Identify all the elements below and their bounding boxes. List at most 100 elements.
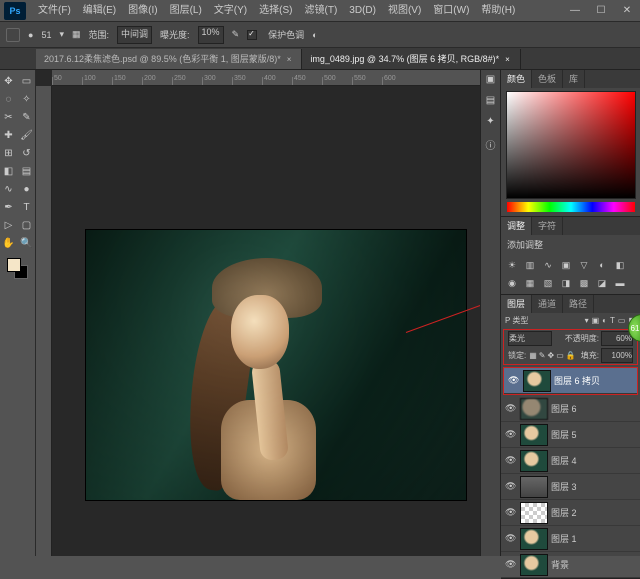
- adj-lookup-icon[interactable]: ▧: [541, 276, 555, 290]
- lock-trans-icon[interactable]: ▦: [529, 351, 537, 360]
- adj-brightness-icon[interactable]: ☀: [505, 258, 519, 272]
- layer-thumb[interactable]: [521, 451, 547, 471]
- brush-panel-icon[interactable]: ▦: [72, 29, 81, 40]
- gradient-tool[interactable]: ▤: [19, 163, 35, 179]
- tab-color[interactable]: 颜色: [501, 70, 532, 88]
- layer-thumb[interactable]: [521, 555, 547, 575]
- visibility-icon[interactable]: 👁: [505, 429, 517, 440]
- menu-item[interactable]: 图层(L): [164, 0, 208, 22]
- adj-invert-icon[interactable]: ◨: [559, 276, 573, 290]
- layer-name[interactable]: 图层 3: [551, 480, 577, 493]
- layer-row[interactable]: 👁图层 6 拷贝: [504, 368, 637, 394]
- color-swatch[interactable]: [7, 258, 29, 280]
- eraser-tool[interactable]: ◧: [1, 163, 17, 179]
- layer-row[interactable]: 👁图层 5: [501, 422, 640, 448]
- lock-pos-icon[interactable]: ✥: [548, 351, 555, 360]
- dodge-tool[interactable]: ●: [19, 181, 35, 197]
- menu-item[interactable]: 窗口(W): [427, 0, 475, 22]
- close-button[interactable]: ✕: [614, 0, 640, 22]
- filter-text-icon[interactable]: T: [610, 316, 615, 325]
- tab-layers[interactable]: 图层: [501, 295, 532, 313]
- lock-all-icon[interactable]: 🔒: [566, 351, 576, 360]
- adj-threshold-icon[interactable]: ◪: [595, 276, 609, 290]
- layer-thumb[interactable]: [524, 371, 550, 391]
- menu-item[interactable]: 图像(I): [122, 0, 163, 22]
- layer-thumb[interactable]: [521, 425, 547, 445]
- menu-item[interactable]: 视图(V): [382, 0, 427, 22]
- hue-slider[interactable]: [507, 202, 635, 212]
- protect-check[interactable]: [247, 30, 257, 40]
- crop-tool[interactable]: ✂: [1, 109, 17, 125]
- adj-curves-icon[interactable]: ∿: [541, 258, 555, 272]
- layer-name[interactable]: 图层 2: [551, 506, 577, 519]
- layer-row[interactable]: 👁 图层 6: [501, 396, 640, 422]
- shape-tool[interactable]: ▢: [19, 217, 35, 233]
- menu-item[interactable]: 3D(D): [343, 0, 382, 22]
- type-tool[interactable]: T: [19, 199, 35, 215]
- history-tool[interactable]: ↺: [19, 145, 35, 161]
- lasso-tool[interactable]: ◌: [1, 91, 17, 107]
- adj-vibrance-icon[interactable]: ▽: [577, 258, 591, 272]
- document-tab[interactable]: img_0489.jpg @ 34.7% (图层 6 拷贝, RGB/8#)*×: [302, 49, 520, 69]
- menu-item[interactable]: 帮助(H): [475, 0, 521, 22]
- stamp-tool[interactable]: ⊞: [1, 145, 17, 161]
- brush-dropdown-icon[interactable]: ▾: [59, 29, 64, 40]
- move-tool[interactable]: ✥: [1, 73, 17, 89]
- close-icon[interactable]: ×: [287, 55, 292, 64]
- blend-mode-combo[interactable]: [508, 331, 552, 346]
- layer-thumb[interactable]: [521, 503, 547, 523]
- wand-tool[interactable]: ✧: [19, 91, 35, 107]
- layer-thumb[interactable]: [521, 477, 547, 497]
- eyedrop-tool[interactable]: ✎: [19, 109, 35, 125]
- brush-size-icon[interactable]: ●: [28, 30, 33, 40]
- minimize-button[interactable]: —: [562, 0, 588, 22]
- tool-preset-icon[interactable]: [6, 28, 20, 42]
- tab-swatches[interactable]: 色板: [532, 70, 563, 88]
- brushes-panel-icon[interactable]: ✦: [486, 116, 494, 127]
- menu-item[interactable]: 选择(S): [253, 0, 298, 22]
- tab-channels[interactable]: 通道: [532, 295, 563, 313]
- menu-item[interactable]: 滤镜(T): [299, 0, 344, 22]
- pen-tool[interactable]: ✒: [1, 199, 17, 215]
- actions-panel-icon[interactable]: ▤: [486, 95, 495, 106]
- info-panel-icon[interactable]: ⓘ: [486, 137, 496, 152]
- color-picker[interactable]: [507, 92, 635, 198]
- fill-value[interactable]: 100%: [601, 348, 633, 363]
- brush-size-value[interactable]: 51: [41, 30, 51, 40]
- adj-photo-filter-icon[interactable]: ◉: [505, 276, 519, 290]
- layer-name[interactable]: 图层 4: [551, 454, 577, 467]
- tab-character[interactable]: 字符: [532, 217, 563, 235]
- visibility-icon[interactable]: 👁: [505, 533, 517, 544]
- layer-row[interactable]: 👁图层 4: [501, 448, 640, 474]
- layer-thumb[interactable]: [521, 399, 547, 419]
- lock-paint-icon[interactable]: ✎: [539, 351, 546, 360]
- menu-item[interactable]: 编辑(E): [77, 0, 122, 22]
- adj-mixer-icon[interactable]: ▦: [523, 276, 537, 290]
- path-tool[interactable]: ▷: [1, 217, 17, 233]
- tab-adjustments[interactable]: 调整: [501, 217, 532, 235]
- layer-name[interactable]: 图层 6: [551, 402, 577, 415]
- layer-thumb[interactable]: [521, 529, 547, 549]
- visibility-icon[interactable]: 👁: [505, 403, 517, 414]
- pressure-icon[interactable]: ◐: [312, 30, 317, 40]
- menu-item[interactable]: 文件(F): [32, 0, 77, 22]
- adj-exposure-icon[interactable]: ▣: [559, 258, 573, 272]
- adj-gradient-icon[interactable]: ▬: [613, 276, 627, 290]
- marquee-tool[interactable]: ▭: [19, 73, 35, 89]
- blur-tool[interactable]: ∿: [1, 181, 17, 197]
- tab-libraries[interactable]: 库: [563, 70, 585, 88]
- menu-item[interactable]: 文字(Y): [208, 0, 253, 22]
- hand-tool[interactable]: ✋: [1, 235, 17, 251]
- history-panel-icon[interactable]: ▣: [486, 74, 495, 85]
- range-combo[interactable]: 中间调: [117, 26, 152, 44]
- adj-hue-icon[interactable]: ◐: [595, 258, 609, 272]
- layer-row[interactable]: 👁图层 1: [501, 526, 640, 552]
- close-icon[interactable]: ×: [505, 55, 510, 64]
- lock-artboard-icon[interactable]: ▭: [556, 351, 564, 360]
- zoom-tool[interactable]: 🔍: [19, 235, 35, 251]
- heal-tool[interactable]: ✚: [1, 127, 17, 143]
- filter-adjust-icon[interactable]: ◐: [602, 316, 607, 325]
- layer-row[interactable]: 👁图层 2: [501, 500, 640, 526]
- layer-name[interactable]: 背景: [551, 558, 569, 571]
- filter-shape-icon[interactable]: ▭: [618, 316, 626, 325]
